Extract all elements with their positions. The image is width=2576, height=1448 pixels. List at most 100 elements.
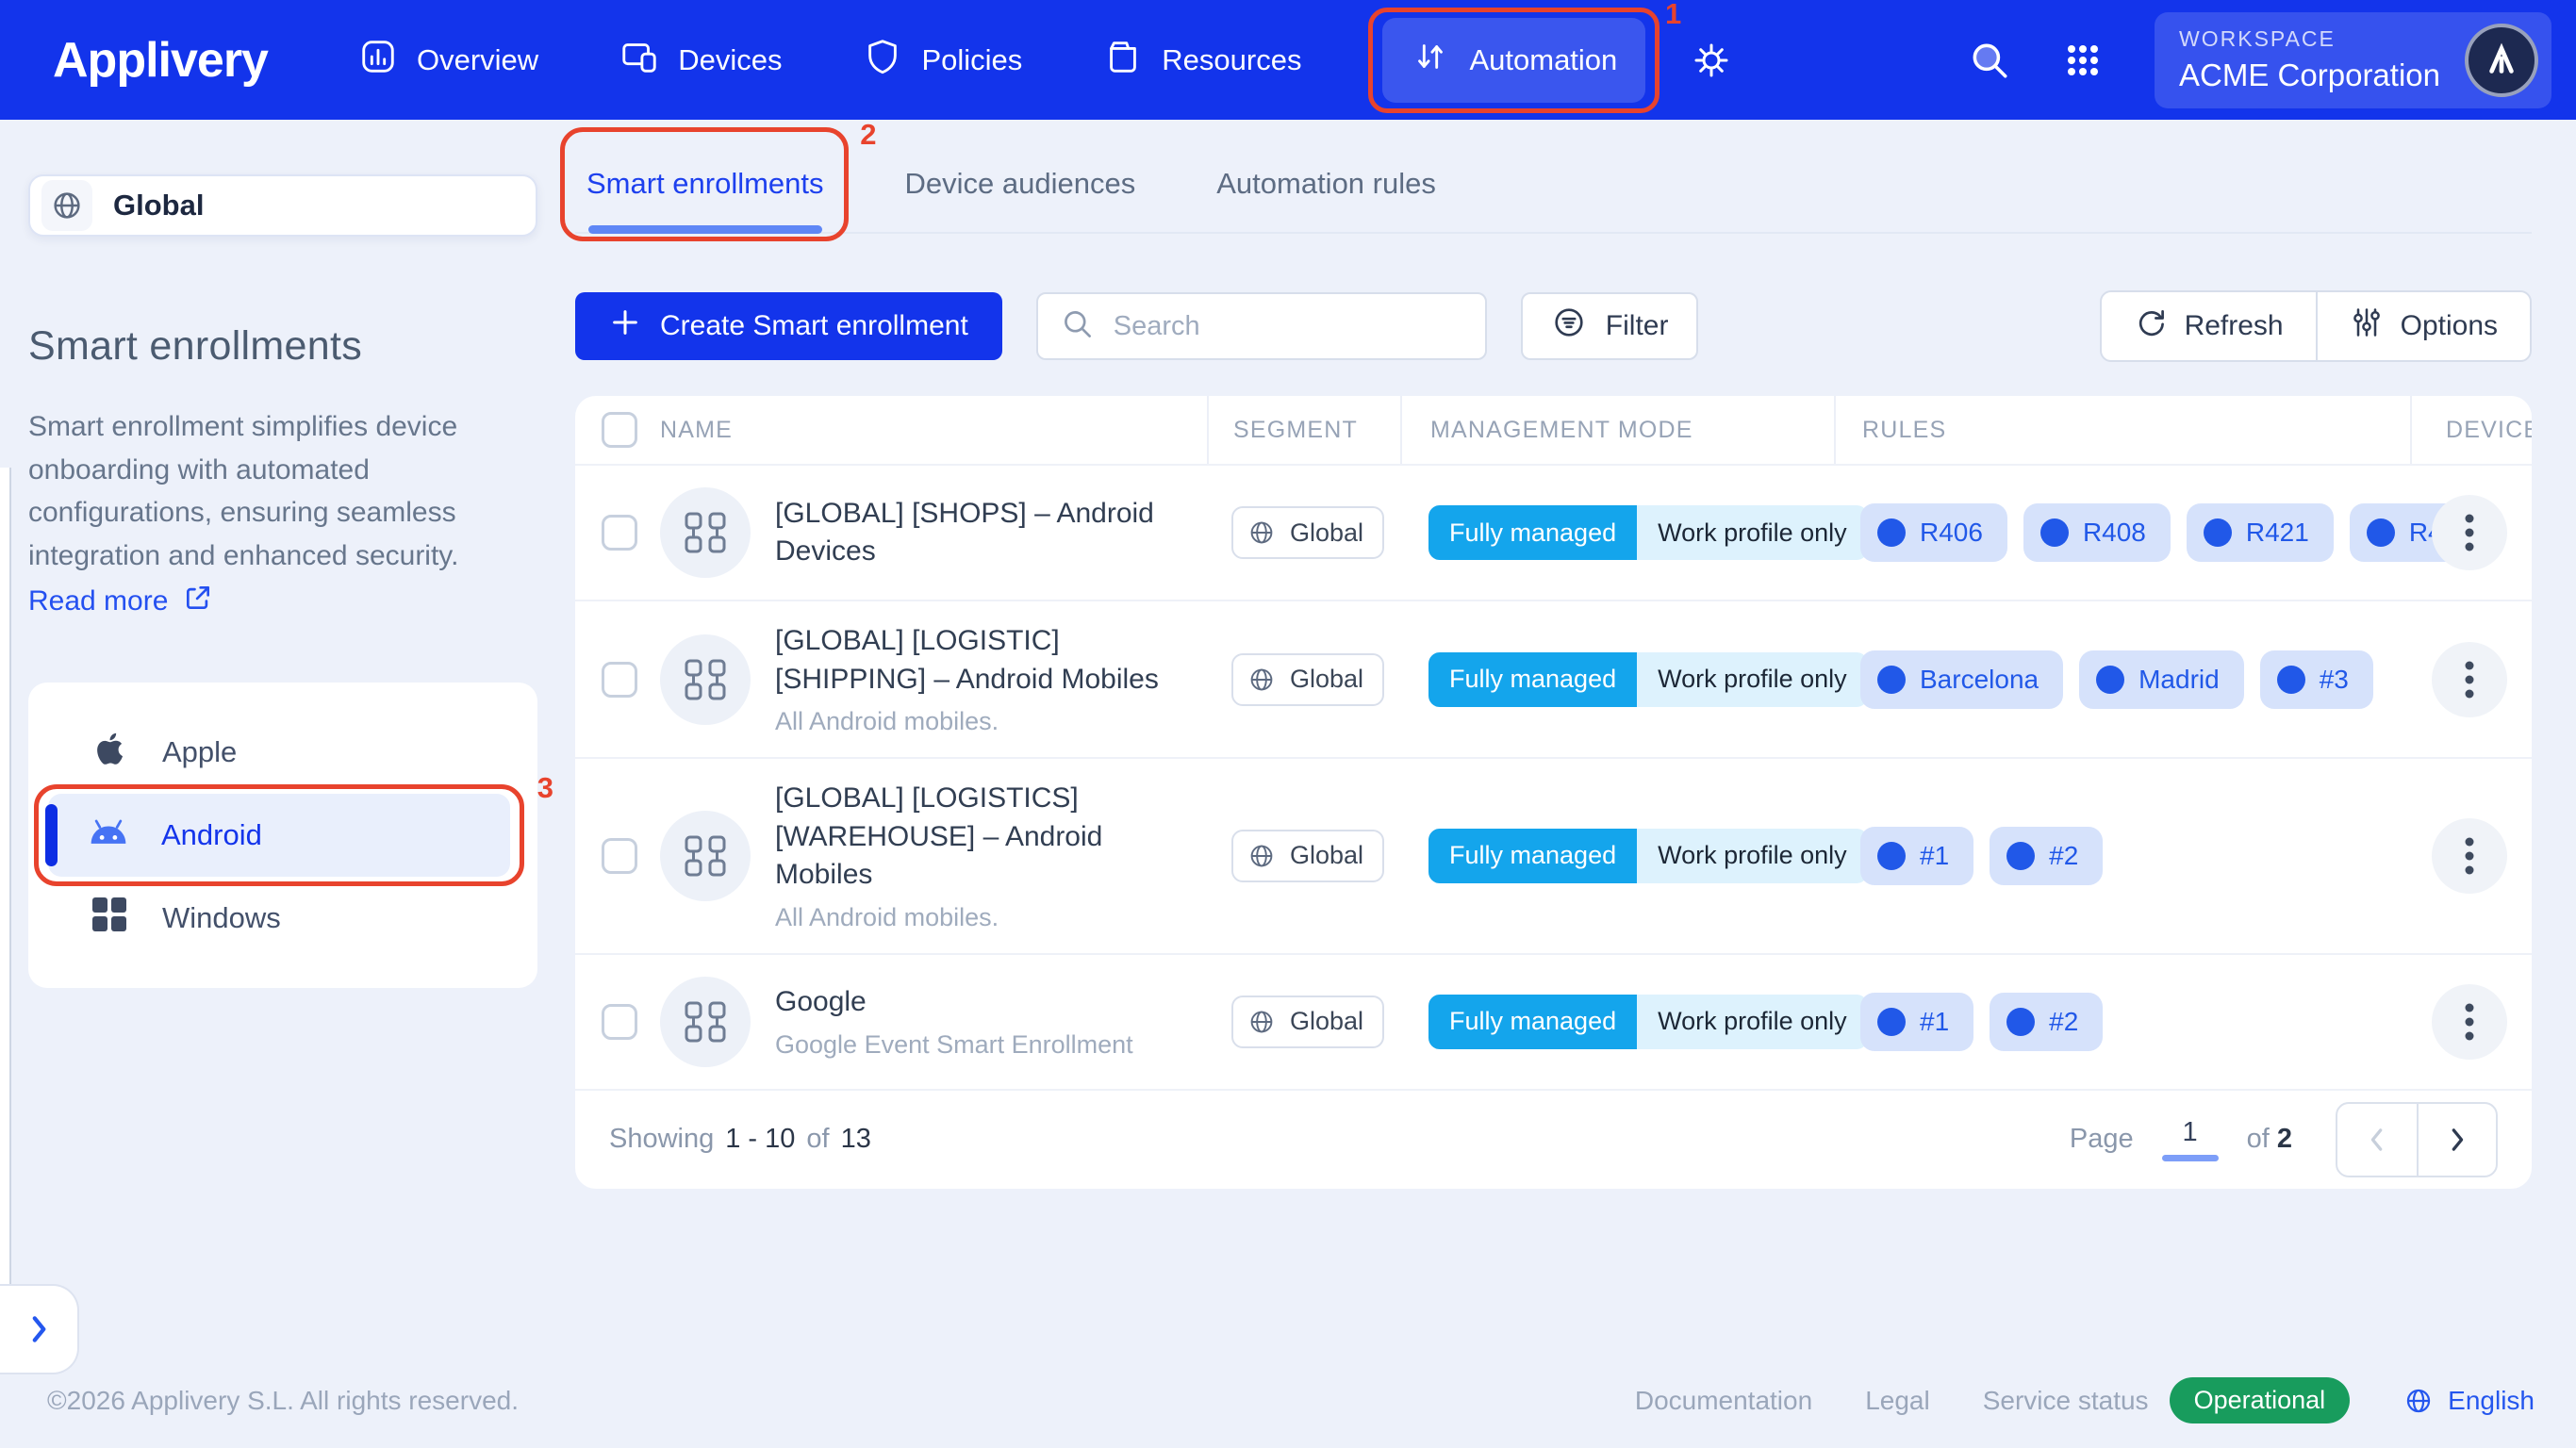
tab-automation-rules[interactable]: Automation rules — [1216, 167, 1436, 232]
row-actions-kebab-icon[interactable] — [2432, 495, 2507, 570]
select-all-checkbox[interactable] — [602, 412, 637, 448]
search-input[interactable] — [1114, 311, 1469, 342]
rule-chip[interactable]: #2 — [1990, 993, 2103, 1051]
toolbar: Create Smart enrollment Filter — [575, 290, 2532, 362]
management-mode-cell: Fully managed Work profile only — [1400, 829, 1834, 883]
create-smart-enrollment-button[interactable]: Create Smart enrollment — [575, 292, 1002, 360]
mode-fully-managed[interactable]: Fully managed — [1428, 652, 1637, 707]
options-label: Options — [2401, 310, 2498, 342]
page-input-wrap — [2162, 1117, 2219, 1161]
name-cell: [GLOBAL] [LOGISTIC] [SHIPPING] – Android… — [575, 622, 1207, 736]
nav-item-overview[interactable]: Overview — [358, 37, 538, 84]
platform-item-windows[interactable]: Windows — [28, 877, 537, 960]
apps-grid-icon[interactable] — [2062, 40, 2104, 81]
mode-fully-managed[interactable]: Fully managed — [1428, 995, 1637, 1049]
mode-work-profile-only[interactable]: Work profile only — [1637, 505, 1868, 560]
page-footer: ©2026 Applivery S.L. All rights reserved… — [47, 1377, 2535, 1423]
page-number-input[interactable] — [2163, 1117, 2218, 1148]
nav-item-devices[interactable]: Devices — [619, 37, 782, 84]
rule-chip[interactable]: Barcelona — [1860, 650, 2063, 709]
footer-link-documentation[interactable]: Documentation — [1635, 1386, 1812, 1416]
previous-page-button[interactable] — [2337, 1104, 2417, 1176]
pagination-controls: Page of 2 — [2070, 1102, 2498, 1177]
enrollment-name[interactable]: [GLOBAL] [LOGISTICS] [WAREHOUSE] – Andro… — [775, 782, 1102, 890]
management-mode-cell: Fully managed Work profile only — [1400, 505, 1834, 560]
rule-label: #3 — [2320, 665, 2349, 695]
platform-label: Windows — [162, 901, 281, 935]
enrollment-name[interactable]: [GLOBAL] [SHOPS] – Android Devices — [775, 498, 1154, 568]
row-actions-kebab-icon[interactable] — [2432, 818, 2507, 894]
enrollment-name[interactable]: Google — [775, 986, 867, 1017]
nav-item-resources[interactable]: Resources — [1103, 37, 1301, 84]
footer-link-service-status[interactable]: Service status — [1983, 1386, 2149, 1416]
mode-work-profile-only[interactable]: Work profile only — [1637, 995, 1868, 1049]
name-text: [GLOBAL] [LOGISTICS] [WAREHOUSE] – Andro… — [775, 780, 1201, 932]
row-actions-kebab-icon[interactable] — [2432, 984, 2507, 1060]
row-checkbox[interactable] — [602, 662, 637, 698]
refresh-button[interactable]: Refresh — [2102, 292, 2316, 360]
showing-range: 1 - 10 — [725, 1124, 795, 1155]
footer-links: Documentation Legal Service status Opera… — [1635, 1377, 2535, 1423]
tab-smart-enrollments[interactable]: Smart enrollments — [586, 167, 824, 232]
page-of-total: of 2 — [2247, 1124, 2292, 1155]
mode-fully-managed[interactable]: Fully managed — [1428, 505, 1637, 560]
management-mode-cell: Fully managed Work profile only — [1400, 995, 1834, 1049]
rule-chip[interactable]: Madrid — [2079, 650, 2244, 709]
filter-button[interactable]: Filter — [1521, 292, 1699, 360]
name-cell: [GLOBAL] [SHOPS] – Android Devices — [575, 487, 1207, 578]
next-page-button[interactable] — [2417, 1104, 2496, 1176]
search-icon[interactable] — [1968, 39, 2011, 82]
mode-fully-managed[interactable]: Fully managed — [1428, 829, 1637, 883]
expand-sidebar-button[interactable] — [0, 1284, 79, 1374]
enrollment-name[interactable]: [GLOBAL] [LOGISTIC] [SHIPPING] – Android… — [775, 625, 1159, 695]
read-more-label: Read more — [28, 585, 168, 617]
row-checkbox[interactable] — [602, 838, 637, 874]
rule-chip[interactable]: #1 — [1860, 993, 1973, 1051]
page-description: Smart enrollment simplifies device onboa… — [28, 405, 537, 577]
management-mode-toggle: Fully managed Work profile only — [1428, 652, 1868, 707]
mode-work-profile-only[interactable]: Work profile only — [1637, 829, 1868, 883]
smart-enrollment-icon — [660, 487, 751, 578]
tab-wrap-smart-enrollments: Smart enrollments 2 — [586, 167, 824, 232]
table-row: [GLOBAL] [LOGISTICS] [WAREHOUSE] – Andro… — [575, 757, 2532, 953]
platform-item-android[interactable]: Android 3 — [48, 794, 510, 877]
rule-label: #2 — [2049, 841, 2078, 871]
rule-chip[interactable]: R406 — [1860, 503, 2007, 562]
rule-chip[interactable]: #2 — [1990, 827, 2103, 885]
search-box — [1036, 292, 1487, 360]
segment-cell: Global — [1207, 653, 1400, 706]
workspace-avatar[interactable] — [2465, 24, 2538, 97]
footer-link-legal[interactable]: Legal — [1865, 1386, 1930, 1416]
globe-icon — [2403, 1385, 2435, 1417]
rule-chip[interactable]: #3 — [2260, 650, 2373, 709]
nav-item-automation[interactable]: Automation 1 — [1382, 18, 1645, 103]
scope-selector[interactable]: Global — [28, 174, 537, 237]
rule-chip[interactable]: #1 — [1860, 827, 1973, 885]
mode-work-profile-only[interactable]: Work profile only — [1637, 652, 1868, 707]
external-link-icon — [183, 583, 213, 620]
rule-label: Madrid — [2138, 665, 2220, 695]
row-actions-kebab-icon[interactable] — [2432, 642, 2507, 717]
globe-icon — [41, 180, 92, 231]
row-checkbox[interactable] — [602, 1004, 637, 1040]
management-mode-cell: Fully managed Work profile only — [1400, 652, 1834, 707]
options-button[interactable]: Options — [2316, 292, 2530, 360]
rule-dot-icon — [1877, 1008, 1906, 1036]
segment-label: Global — [1290, 841, 1363, 870]
header-devices: DEVICES — [2410, 396, 2532, 464]
apple-icon — [89, 728, 130, 777]
workspace-switcher[interactable]: WORKSPACE ACME Corporation — [2155, 12, 2551, 108]
tab-device-audiences[interactable]: Device audiences — [905, 167, 1136, 232]
rules-cell: Barcelona Madrid #3 — [1834, 650, 2410, 709]
rule-chip[interactable]: R408 — [2023, 503, 2171, 562]
read-more-link[interactable]: Read more — [28, 583, 213, 620]
platform-item-apple[interactable]: Apple — [28, 711, 537, 794]
status-badge: Operational — [2170, 1377, 2351, 1423]
row-checkbox[interactable] — [602, 515, 637, 551]
rule-chip[interactable]: R421 — [2187, 503, 2334, 562]
settings-gear-icon[interactable] — [1691, 40, 1732, 81]
language-selector[interactable]: English — [2403, 1385, 2535, 1417]
chevron-right-icon — [26, 1311, 51, 1347]
nav-item-policies[interactable]: Policies — [863, 37, 1022, 84]
segment-cell: Global — [1207, 996, 1400, 1048]
